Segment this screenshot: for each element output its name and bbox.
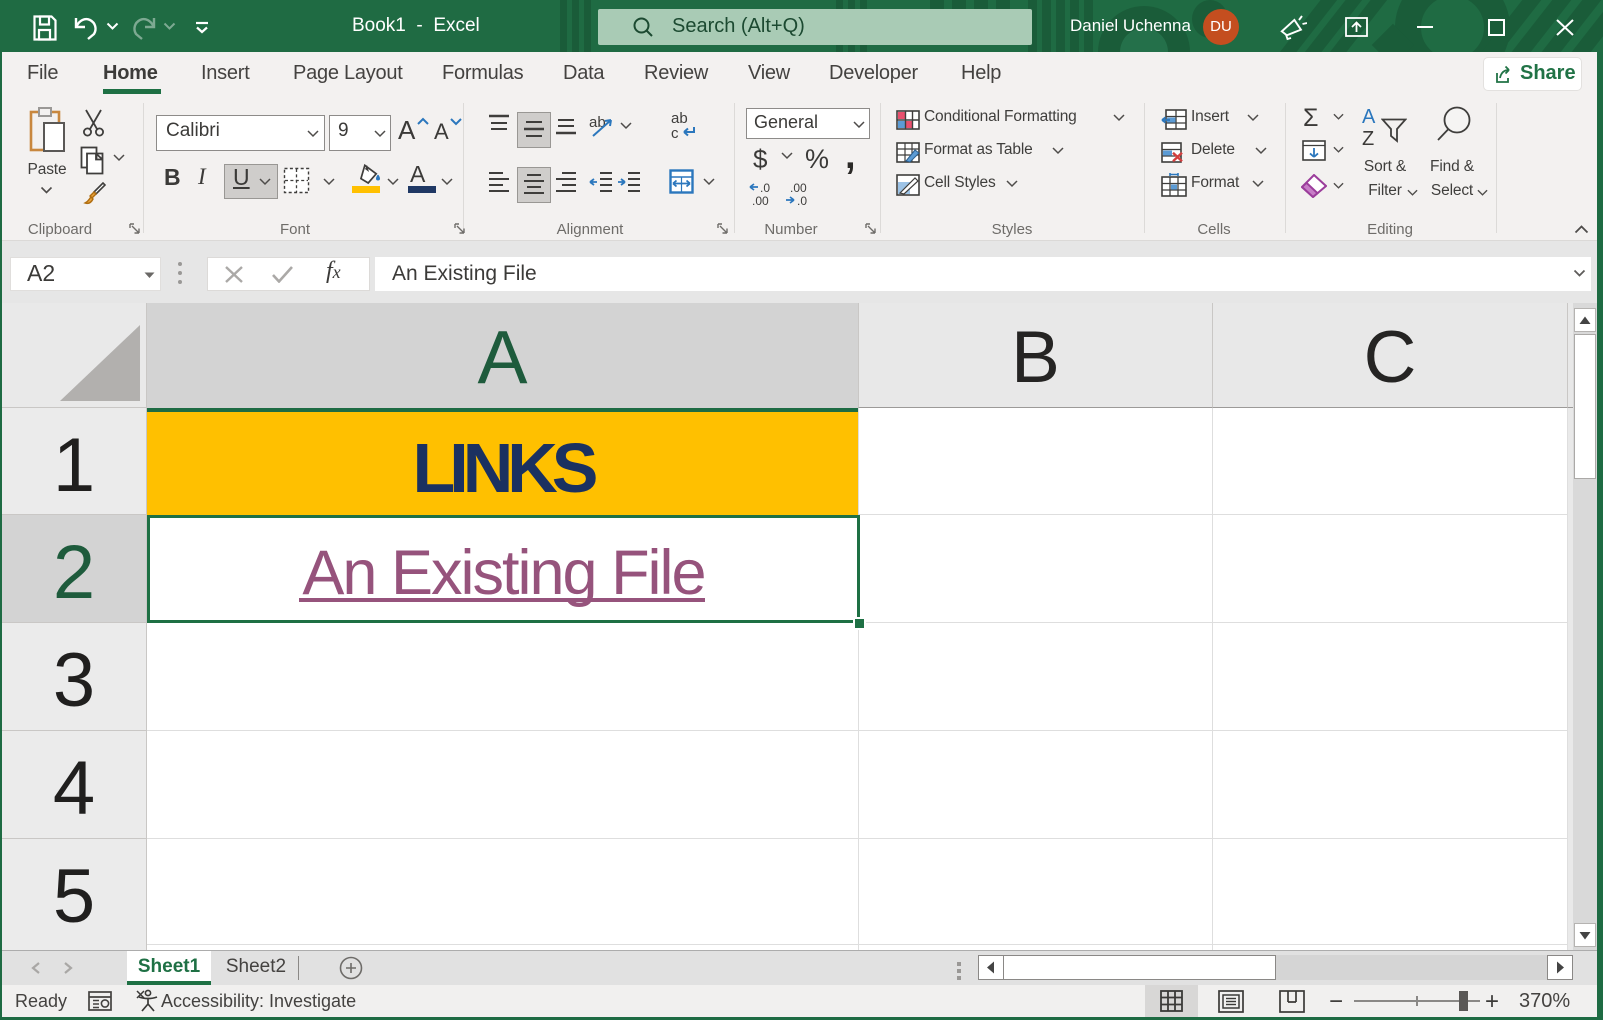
svg-text:ab: ab bbox=[589, 114, 606, 131]
svg-text:c: c bbox=[671, 125, 679, 140]
svg-text:.00: .00 bbox=[790, 181, 807, 195]
svg-text:.00: .00 bbox=[752, 194, 769, 207]
svg-text:.0: .0 bbox=[760, 181, 770, 195]
svg-text:.0: .0 bbox=[797, 194, 807, 207]
